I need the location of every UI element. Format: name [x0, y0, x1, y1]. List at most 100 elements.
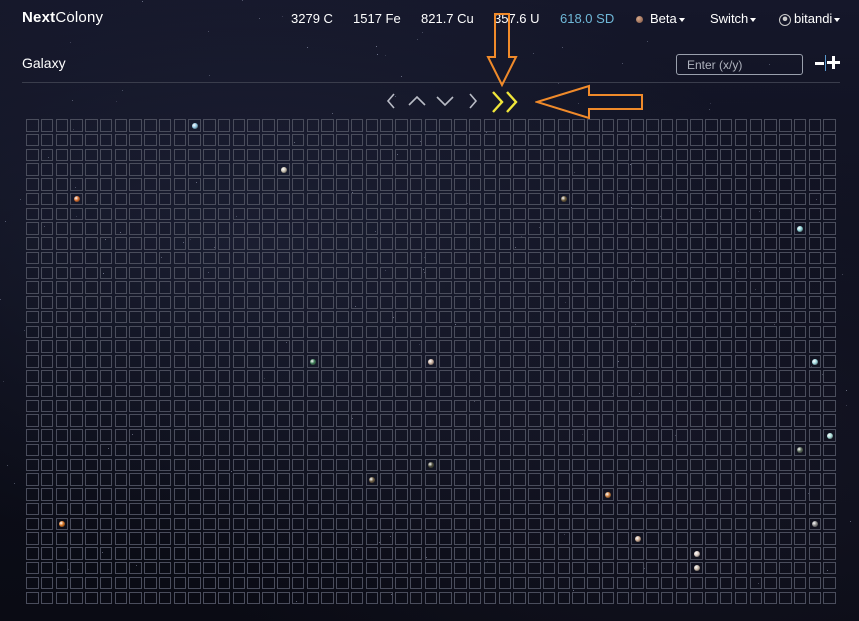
grid-cell[interactable]: [439, 237, 452, 250]
grid-cell[interactable]: [277, 502, 290, 516]
grid-cell[interactable]: [793, 296, 807, 309]
grid-cell[interactable]: [705, 591, 718, 604]
planet-icon[interactable]: [634, 535, 641, 542]
grid-cell[interactable]: [631, 222, 644, 235]
grid-cell[interactable]: [350, 296, 364, 309]
grid-cell[interactable]: [734, 207, 748, 221]
grid-cell[interactable]: [85, 163, 98, 176]
grid-cell[interactable]: [690, 251, 703, 265]
grid-cell[interactable]: [232, 561, 246, 575]
grid-cell[interactable]: [395, 576, 408, 590]
grid-cell[interactable]: [188, 325, 201, 339]
grid-cell[interactable]: [793, 547, 807, 560]
grid-cell[interactable]: [55, 443, 69, 457]
grid-cell[interactable]: [483, 281, 497, 294]
grid-cell[interactable]: [158, 296, 172, 309]
grid-cell[interactable]: [587, 502, 600, 516]
grid-cell[interactable]: [483, 178, 497, 191]
grid-cell[interactable]: [306, 517, 320, 531]
grid-cell[interactable]: [498, 532, 511, 545]
grid-cell[interactable]: [454, 207, 467, 221]
grid-cell[interactable]: [808, 473, 822, 486]
grid-cell[interactable]: [779, 310, 792, 324]
grid-cell[interactable]: [203, 547, 216, 560]
grid-cell[interactable]: [158, 310, 172, 324]
grid-cell[interactable]: [26, 163, 39, 176]
grid-cell[interactable]: [188, 576, 201, 590]
planet-icon[interactable]: [693, 550, 700, 557]
grid-cell[interactable]: [528, 281, 541, 294]
grid-cell[interactable]: [660, 547, 674, 560]
grid-cell[interactable]: [764, 591, 777, 604]
grid-cell[interactable]: [26, 547, 39, 560]
grid-cell[interactable]: [587, 561, 600, 575]
grid-cell[interactable]: [616, 192, 630, 206]
grid-cell[interactable]: [409, 251, 423, 265]
grid-cell[interactable]: [173, 576, 187, 590]
grid-cell[interactable]: [646, 340, 659, 353]
grid-cell[interactable]: [424, 310, 438, 324]
grid-cell[interactable]: [675, 325, 689, 339]
grid-cell[interactable]: [247, 251, 260, 265]
grid-cell[interactable]: [557, 251, 571, 265]
grid-cell[interactable]: [55, 502, 69, 516]
grid-cell[interactable]: [528, 148, 541, 162]
grid-cell[interactable]: [542, 251, 556, 265]
grid-cell[interactable]: [572, 576, 585, 590]
grid-cell[interactable]: [158, 370, 172, 383]
grid-cell[interactable]: [587, 547, 600, 560]
grid-cell[interactable]: [823, 281, 836, 294]
grid-cell[interactable]: [114, 370, 128, 383]
grid-cell[interactable]: [380, 148, 393, 162]
grid-cell[interactable]: [203, 384, 216, 398]
grid-cell[interactable]: [719, 251, 733, 265]
grid-cell[interactable]: [631, 384, 644, 398]
grid-cell[interactable]: [631, 281, 644, 294]
grid-cell[interactable]: [616, 429, 630, 442]
grid-cell[interactable]: [705, 547, 718, 560]
grid-cell[interactable]: [557, 591, 571, 604]
grid-cell[interactable]: [690, 443, 703, 457]
grid-cell[interactable]: [114, 296, 128, 309]
grid-cell[interactable]: [336, 488, 349, 501]
grid-cell[interactable]: [188, 237, 201, 250]
grid-cell[interactable]: [173, 222, 187, 235]
grid-cell[interactable]: [631, 443, 644, 457]
grid-cell[interactable]: [395, 429, 408, 442]
grid-cell[interactable]: [542, 266, 556, 280]
grid-cell[interactable]: [55, 325, 69, 339]
grid-cell[interactable]: [188, 370, 201, 383]
grid-cell[interactable]: [321, 207, 334, 221]
grid-cell[interactable]: [557, 133, 571, 147]
grid-cell[interactable]: [217, 325, 231, 339]
grid-cell[interactable]: [365, 222, 379, 235]
grid-cell[interactable]: [232, 325, 246, 339]
grid-cell[interactable]: [793, 488, 807, 501]
grid-cell[interactable]: [365, 133, 379, 147]
grid-cell[interactable]: [572, 458, 585, 472]
grid-cell[interactable]: [572, 296, 585, 309]
grid-cell[interactable]: [468, 251, 482, 265]
grid-cell[interactable]: [55, 340, 69, 353]
grid-cell[interactable]: [70, 399, 83, 413]
grid-cell[interactable]: [114, 148, 128, 162]
grid-cell[interactable]: [26, 133, 39, 147]
grid-cell[interactable]: [587, 591, 600, 604]
grid-cell[interactable]: [690, 340, 703, 353]
grid-cell[interactable]: [129, 414, 142, 427]
grid-cell[interactable]: [513, 266, 526, 280]
grid-cell[interactable]: [468, 576, 482, 590]
grid-cell[interactable]: [395, 207, 408, 221]
grid-cell[interactable]: [616, 502, 630, 516]
grid-cell[interactable]: [409, 576, 423, 590]
grid-cell[interactable]: [247, 532, 260, 545]
grid-cell[interactable]: [424, 281, 438, 294]
grid-cell[interactable]: [26, 310, 39, 324]
grid-cell[interactable]: [40, 310, 54, 324]
grid-cell[interactable]: [203, 561, 216, 575]
grid-cell[interactable]: [144, 576, 157, 590]
grid-cell[interactable]: [823, 192, 836, 206]
grid-cell[interactable]: [660, 443, 674, 457]
grid-cell[interactable]: [513, 251, 526, 265]
grid-cell[interactable]: [336, 281, 349, 294]
